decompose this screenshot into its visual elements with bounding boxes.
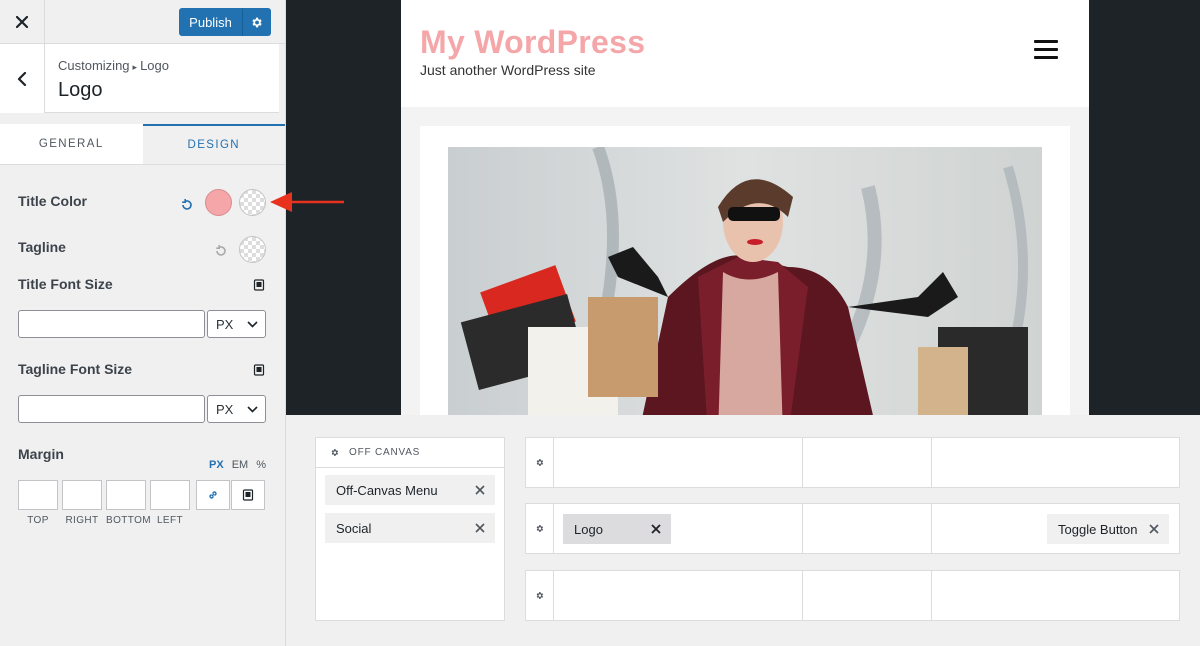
chevron-down-icon [247,406,258,413]
column-divider [802,504,803,553]
customizer-sidebar: Publish Customizing ▸ Logo Logo GENERAL DE… [0,0,286,646]
chip-label: Social [336,520,372,536]
tagline-font-size-unit-select[interactable]: PX [207,395,266,423]
row-settings-button[interactable] [526,504,554,553]
tablet-icon[interactable] [253,279,265,291]
column-divider [931,438,932,487]
unit-select-value: PX [216,401,234,417]
tagline-color-swatch[interactable] [239,236,266,263]
chip-label: Toggle Button [1058,521,1138,537]
breadcrumb-parent: Customizing [58,58,130,73]
chip-label: Logo [574,521,603,537]
publish-button[interactable]: Publish [179,8,242,36]
section-title: Logo [58,79,103,101]
site-tagline: Just another WordPress site [420,62,596,78]
tagline-font-size-label: Tagline Font Size [18,361,133,377]
margin-unit-switcher: PX EM % [209,459,266,471]
content-card [420,126,1070,415]
row-settings-button[interactable] [526,438,554,487]
logo-item[interactable]: Logo [563,514,671,544]
remove-icon[interactable] [1148,523,1160,535]
builder-row-bottom [525,570,1180,621]
column-divider [802,438,803,487]
publish-group: Publish [179,8,271,36]
offcanvas-header: OFF CANVAS [316,438,504,468]
margin-top-label: TOP [27,515,49,526]
margin-right-input[interactable] [62,480,102,510]
tagline-color-label: Tagline [18,239,66,255]
chip-label: Off-Canvas Menu [336,482,438,498]
gear-icon [536,459,544,466]
title-font-size-input[interactable] [18,310,205,338]
title-hover-color-swatch[interactable] [239,189,266,216]
chevron-left-icon [17,71,27,86]
title-color-swatch[interactable] [205,189,232,216]
gear-icon[interactable] [330,448,339,457]
hamburger-menu-icon[interactable] [1034,40,1058,60]
close-icon [16,16,28,28]
customizer-topbar: Publish [0,0,285,44]
hamburger-bar [1034,56,1058,59]
breadcrumb-separator-icon: ▸ [132,62,138,72]
column-divider [931,571,932,620]
gear-icon [536,592,544,599]
gear-icon [252,17,262,27]
reset-icon[interactable] [180,198,194,212]
margin-unit-em[interactable]: EM [232,459,249,471]
column-divider [931,504,932,553]
tablet-icon[interactable] [253,364,265,376]
margin-left-input[interactable] [150,480,190,510]
offcanvas-title: OFF CANVAS [349,447,421,458]
gear-icon [536,525,544,532]
unit-select-value: PX [216,316,234,332]
breadcrumb: Customizing ▸ Logo [58,58,169,73]
remove-icon[interactable] [650,523,662,535]
margin-top-input[interactable] [18,480,58,510]
social-item[interactable]: Social [325,513,495,543]
title-font-size-unit-select[interactable]: PX [207,310,266,338]
remove-icon[interactable] [474,484,486,496]
remove-icon[interactable] [474,522,486,534]
tablet-icon [242,489,254,501]
site-title[interactable]: My WordPress [420,24,645,61]
column-divider [802,571,803,620]
scroll-gutter [279,44,285,113]
margin-label: Margin [18,446,64,462]
reset-icon[interactable] [214,244,228,258]
tab-general[interactable]: GENERAL [0,124,143,164]
publish-settings-button[interactable] [242,8,271,36]
tagline-font-size-input[interactable] [18,395,205,423]
margin-unit-px[interactable]: PX [209,459,224,471]
chevron-down-icon [247,321,258,328]
annotation-arrow-icon [270,192,344,212]
hamburger-bar [1034,40,1058,43]
section-header: Customizing ▸ Logo Logo [0,44,285,113]
margin-bottom-label: BOTTOM [106,515,151,526]
hero-image [448,147,1042,415]
title-font-size-label: Title Font Size [18,276,113,292]
panel-tabs: GENERAL DESIGN [0,124,285,165]
offcanvas-menu-item[interactable]: Off-Canvas Menu [325,475,495,505]
header-builder: OFF CANVAS Off-Canvas Menu Social Logo T… [286,415,1200,646]
margin-link-button[interactable] [196,480,230,510]
tab-design[interactable]: DESIGN [142,124,285,164]
margin-right-label: RIGHT [65,515,99,526]
margin-bottom-input[interactable] [106,480,146,510]
site-header: My WordPress Just another WordPress site [401,0,1089,107]
builder-row-top [525,437,1180,488]
back-button[interactable] [0,44,45,113]
link-icon [209,491,217,499]
close-customizer-button[interactable] [0,0,45,44]
margin-left-label: LEFT [156,515,184,526]
margin-unit-percent[interactable]: % [256,459,266,471]
hamburger-bar [1034,48,1058,51]
site-preview: My WordPress Just another WordPress site [401,0,1089,415]
row-settings-button[interactable] [526,571,554,620]
toggle-button-item[interactable]: Toggle Button [1047,514,1169,544]
breadcrumb-current: Logo [140,58,169,73]
margin-device-button[interactable] [231,480,265,510]
title-color-label: Title Color [18,193,87,209]
